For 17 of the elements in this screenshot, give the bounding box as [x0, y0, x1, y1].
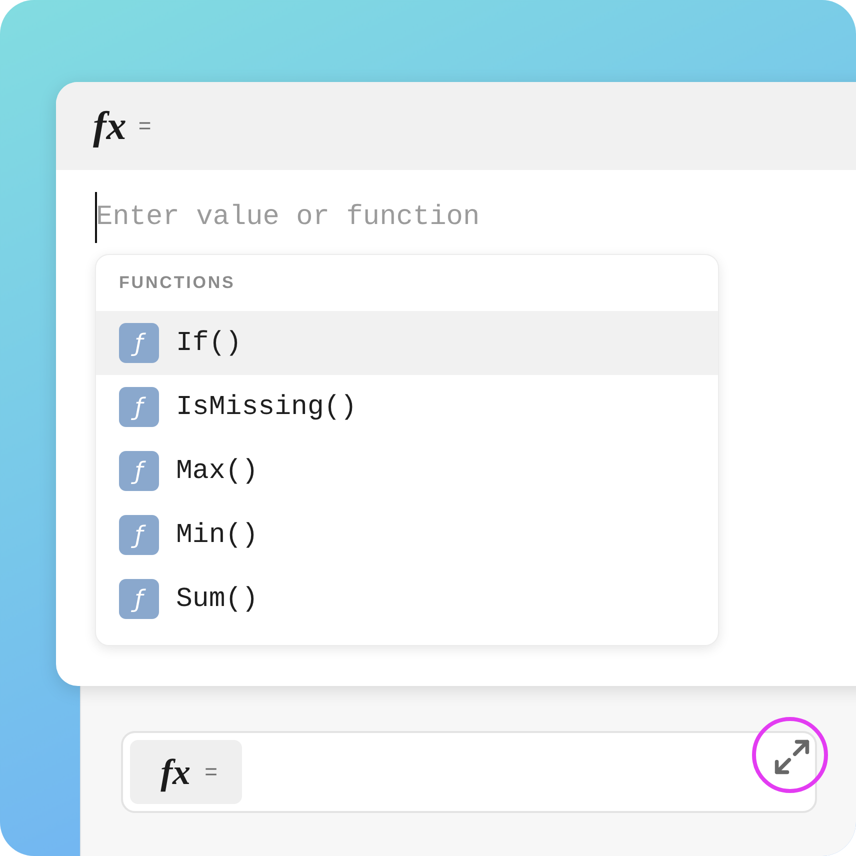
function-option[interactable]: ƒ Min(): [96, 503, 718, 567]
function-icon: ƒ: [119, 515, 159, 555]
function-icon: ƒ: [119, 323, 159, 363]
function-option[interactable]: ƒ Sum(): [96, 567, 718, 631]
expand-arrows-icon: [773, 738, 811, 776]
section-heading: FUNCTIONS: [118, 272, 236, 294]
function-icon: ƒ: [119, 579, 159, 619]
function-option[interactable]: ƒ If(): [96, 311, 718, 375]
function-icon: ƒ: [119, 387, 159, 427]
function-option[interactable]: ƒ Max(): [96, 439, 718, 503]
formula-prefix: fx =: [130, 740, 242, 804]
function-option[interactable]: ƒ IsMissing(): [96, 375, 718, 439]
expand-button[interactable]: [772, 737, 812, 777]
function-icon: ƒ: [119, 451, 159, 491]
formula-bar[interactable]: fx =: [121, 731, 817, 813]
formula-prefix: fx =: [93, 106, 152, 146]
formula-input[interactable]: Enter value or function: [96, 198, 656, 238]
